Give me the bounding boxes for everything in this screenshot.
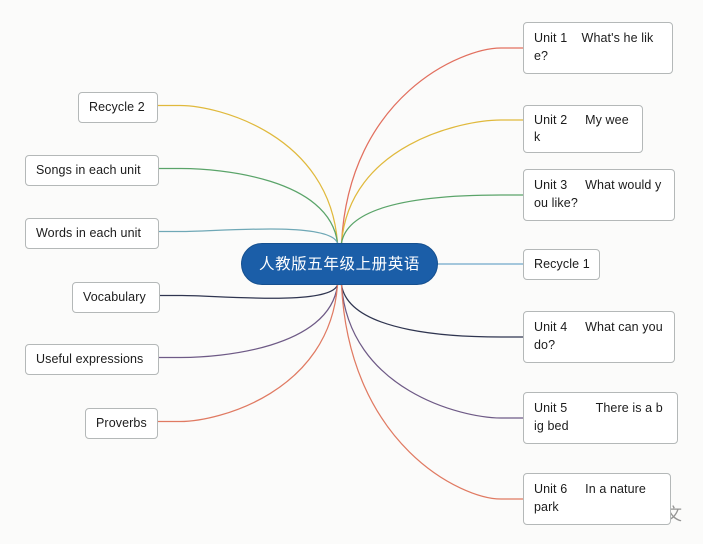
topic-node-label: Unit 2 My week [534,113,629,144]
mindmap-canvas: 人教版五年级上册英语 张小夏教语文 Unit 1 What's he lik e… [0,0,703,544]
topic-node-vocabulary[interactable]: Vocabulary [72,282,160,313]
central-topic-label: 人教版五年级上册英语 [258,255,420,273]
branch-curve [159,284,339,299]
central-topic-node[interactable]: 人教版五年级上册英语 [241,243,438,285]
topic-node-label: Words in each unit [36,226,142,240]
topic-node-label: Proverbs [96,416,147,430]
topic-node-unit-2[interactable]: Unit 2 My week [523,105,643,153]
branch-curve [340,194,524,244]
topic-node-useful-expressions[interactable]: Useful expressions [25,344,159,375]
branch-curve [157,284,339,423]
topic-node-recycle-2[interactable]: Recycle 2 [78,92,158,123]
topic-node-unit-1[interactable]: Unit 1 What's he lik e? [523,22,673,74]
topic-node-label: Unit 6 In a nature park [534,482,646,514]
topic-node-words-in-each-unit[interactable]: Words in each unit [25,218,159,249]
topic-node-recycle-1[interactable]: Recycle 1 [523,249,600,280]
topic-node-label: Unit 4 What can you do? [534,320,663,352]
topic-node-label: Vocabulary [83,290,146,304]
branch-curve [158,228,339,244]
branch-curve [340,284,524,419]
topic-node-label: Songs in each unit [36,163,141,177]
topic-node-unit-4[interactable]: Unit 4 What can you do? [523,311,675,363]
topic-node-label: Recycle 2 [89,100,145,114]
topic-node-proverbs[interactable]: Proverbs [85,408,158,439]
topic-node-label: Unit 3 What would y ou like? [534,178,662,210]
topic-node-unit-3[interactable]: Unit 3 What would y ou like? [523,169,675,221]
topic-node-label: Unit 1 What's he lik e? [534,31,654,63]
topic-node-label: Unit 5 There is a b ig bed [534,401,663,433]
topic-node-unit-5[interactable]: Unit 5 There is a b ig bed [523,392,678,444]
branch-curve [340,119,524,244]
topic-node-label: Recycle 1 [534,257,590,271]
branch-curve [340,284,524,338]
topic-node-label: Useful expressions [36,352,144,366]
topic-node-unit-6[interactable]: Unit 6 In a nature park [523,473,671,525]
topic-node-songs-in-each-unit[interactable]: Songs in each unit [25,155,159,186]
branch-curve [157,104,339,244]
